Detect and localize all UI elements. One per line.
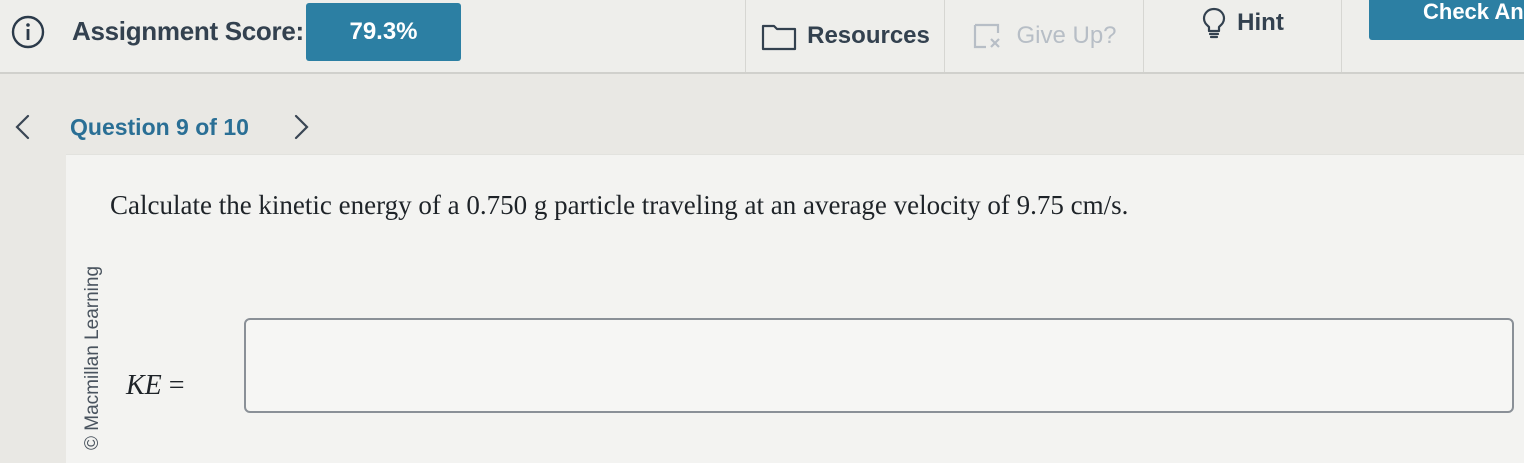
assignment-score-value[interactable]: 79.3% [306,3,461,61]
top-toolbar: Assignment Score: 79.3% Resources Give U… [0,0,1524,74]
give-up-icon [972,21,1006,51]
previous-question-chevron-icon[interactable] [10,113,36,141]
macmillan-copyright: © Macmillan Learning [82,265,103,450]
question-text: Calculate the kinetic energy of a 0.750 … [110,190,1129,220]
info-icon[interactable] [10,14,46,50]
give-up-label: Give Up? [1016,22,1117,49]
give-up-button[interactable]: Give Up? [944,0,1144,72]
kinetic-energy-label: KE = [126,370,185,402]
folder-icon [761,21,797,51]
lightbulb-icon [1201,6,1227,40]
question-counter: Question 9 of 10 [70,114,249,140]
kinetic-energy-answer-input[interactable] [244,318,1514,413]
ke-variable: KE [126,370,162,401]
resources-button[interactable]: Resources [745,0,945,72]
check-answer-button[interactable]: Check Answer [1369,0,1524,40]
next-question-chevron-icon[interactable] [288,113,314,141]
equals-sign: = [161,370,185,401]
assignment-score-label: Assignment Score: [72,16,304,46]
hint-label: Hint [1237,9,1284,36]
hint-button[interactable]: Hint [1143,0,1342,72]
resources-label: Resources [807,22,930,49]
